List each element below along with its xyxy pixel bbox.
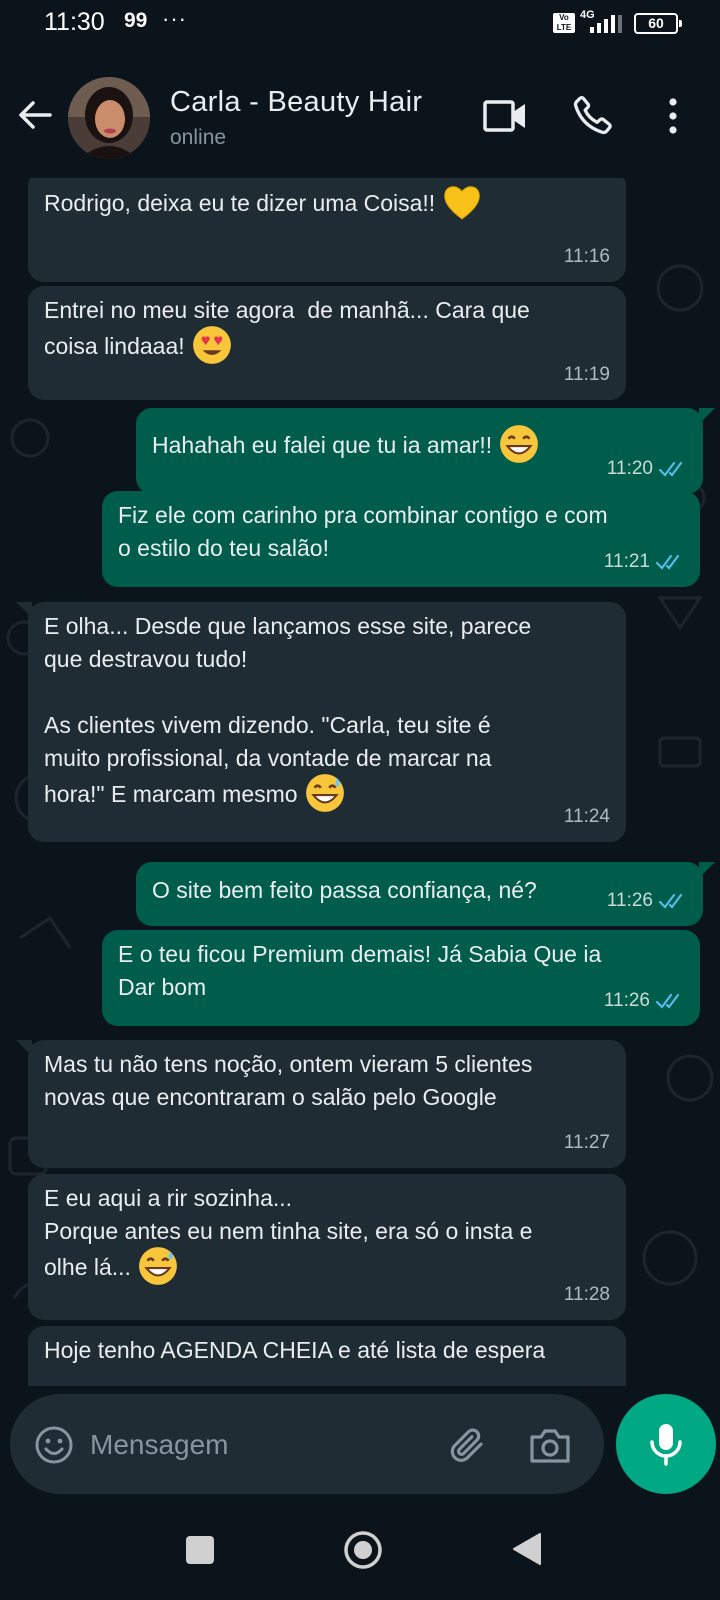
read-ticks-icon	[659, 893, 683, 909]
message-input-container	[10, 1394, 604, 1494]
message-bubble[interactable]: Hoje tenho AGENDA CHEIA e até lista de e…	[28, 1326, 626, 1386]
video-call-button[interactable]	[482, 96, 528, 136]
contact-name[interactable]: Carla - Beauty Hair	[170, 86, 422, 119]
camera-icon	[530, 1429, 570, 1463]
read-ticks-icon	[659, 461, 683, 477]
status-bar: 11:30 99 ··· Vo LTE 4G 60	[0, 0, 720, 48]
message-text: Mas tu não tens noção, ontem vieram 5 cl…	[44, 1051, 533, 1110]
message-text: Entrei no meu site agora de manhã... Car…	[44, 297, 530, 360]
signal-strength-icon	[590, 15, 626, 33]
battery-level: 60	[648, 15, 664, 31]
arrow-left-icon	[19, 101, 52, 129]
phone-icon	[573, 95, 612, 135]
message-bubble[interactable]: Rodrigo, deixa eu te dizer uma Coisa!! 1…	[28, 178, 626, 282]
paperclip-icon	[450, 1428, 483, 1462]
compose-bar	[0, 1386, 720, 1506]
status-time: 11:30	[44, 8, 105, 36]
heart-eyes-emoji-icon	[192, 326, 231, 364]
grinning-emoji-icon	[500, 425, 539, 463]
attach-button[interactable]	[446, 1424, 488, 1466]
yellow-heart-icon	[444, 186, 481, 220]
contact-status: online	[170, 126, 227, 149]
read-ticks-icon	[656, 554, 680, 570]
message-time: 11:19	[563, 364, 610, 385]
message-text: Fiz ele com carinho pra combinar contigo…	[118, 502, 608, 561]
emoji-button[interactable]	[34, 1425, 74, 1465]
battery-icon: 60	[634, 13, 682, 34]
voice-message-button[interactable]	[616, 1394, 716, 1494]
chat-header: Carla - Beauty Hair online	[0, 48, 720, 178]
message-time: 11:24	[563, 806, 610, 827]
message-bubble[interactable]: E olha... Desde que lançamos esse site, …	[16, 602, 626, 842]
message-bubble[interactable]: Entrei no meu site agora de manhã... Car…	[28, 286, 626, 400]
message-time: 11:27	[563, 1132, 610, 1153]
message-time: 11:16	[563, 246, 610, 267]
chat-area[interactable]: Rodrigo, deixa eu te dizer uma Coisa!! 1…	[0, 178, 720, 1386]
message-time: 11:20	[607, 452, 687, 485]
home-icon	[344, 1531, 382, 1569]
notification-count: 99	[124, 9, 148, 32]
more-notifications-icon: ···	[162, 6, 187, 31]
message-bubble[interactable]: Mas tu não tens noção, ontem vieram 5 cl…	[16, 1040, 626, 1168]
grinning-sweat-emoji-icon	[305, 774, 344, 812]
system-back-button[interactable]	[510, 1531, 544, 1567]
video-camera-icon	[483, 100, 525, 132]
message-bubble[interactable]: E o teu ficou Premium demais! Já Sabia Q…	[102, 930, 700, 1026]
recent-apps-button[interactable]	[186, 1536, 214, 1564]
kebab-menu-icon	[669, 98, 677, 134]
message-text: E olha... Desde que lançamos esse site, …	[44, 613, 532, 808]
system-navigation-bar	[0, 1506, 720, 1600]
message-bubble[interactable]: Fiz ele com carinho pra combinar contigo…	[102, 491, 700, 587]
message-text: Rodrigo, deixa eu te dizer uma Coisa!!	[44, 190, 436, 217]
read-ticks-icon	[656, 993, 680, 1009]
message-bubble[interactable]: E eu aqui a rir sozinha... Porque antes …	[28, 1174, 626, 1320]
volte-icon: Vo LTE	[553, 13, 575, 33]
smiley-icon	[35, 1426, 73, 1464]
camera-button[interactable]	[528, 1425, 572, 1465]
message-time: 11:26	[607, 884, 687, 917]
message-bubble[interactable]: O site bem feito passa confiança, né? 11…	[136, 862, 715, 926]
grinning-sweat-emoji-icon	[139, 1247, 177, 1285]
home-button[interactable]	[342, 1529, 384, 1571]
message-text: E o teu ficou Premium demais! Já Sabia Q…	[118, 941, 602, 1000]
message-time: 11:21	[604, 545, 684, 578]
triangle-back-icon	[513, 1533, 541, 1565]
back-button[interactable]	[14, 94, 56, 136]
microphone-icon	[650, 1424, 682, 1466]
message-time: 11:28	[563, 1284, 610, 1305]
message-text: Hoje tenho AGENDA CHEIA e até lista de e…	[44, 1337, 546, 1363]
message-text: Hahahah eu falei que tu ia amar!!	[152, 432, 493, 459]
message-text: O site bem feito passa confiança, né?	[152, 877, 537, 903]
message-time: 11:26	[604, 984, 684, 1017]
message-input[interactable]	[88, 1422, 432, 1468]
contact-avatar[interactable]	[68, 77, 150, 159]
message-text: E eu aqui a rir sozinha... Porque antes …	[44, 1185, 533, 1281]
voice-call-button[interactable]	[571, 93, 615, 137]
menu-button[interactable]	[666, 96, 680, 136]
message-bubble[interactable]: Hahahah eu falei que tu ia amar!! 11:20	[136, 408, 715, 494]
